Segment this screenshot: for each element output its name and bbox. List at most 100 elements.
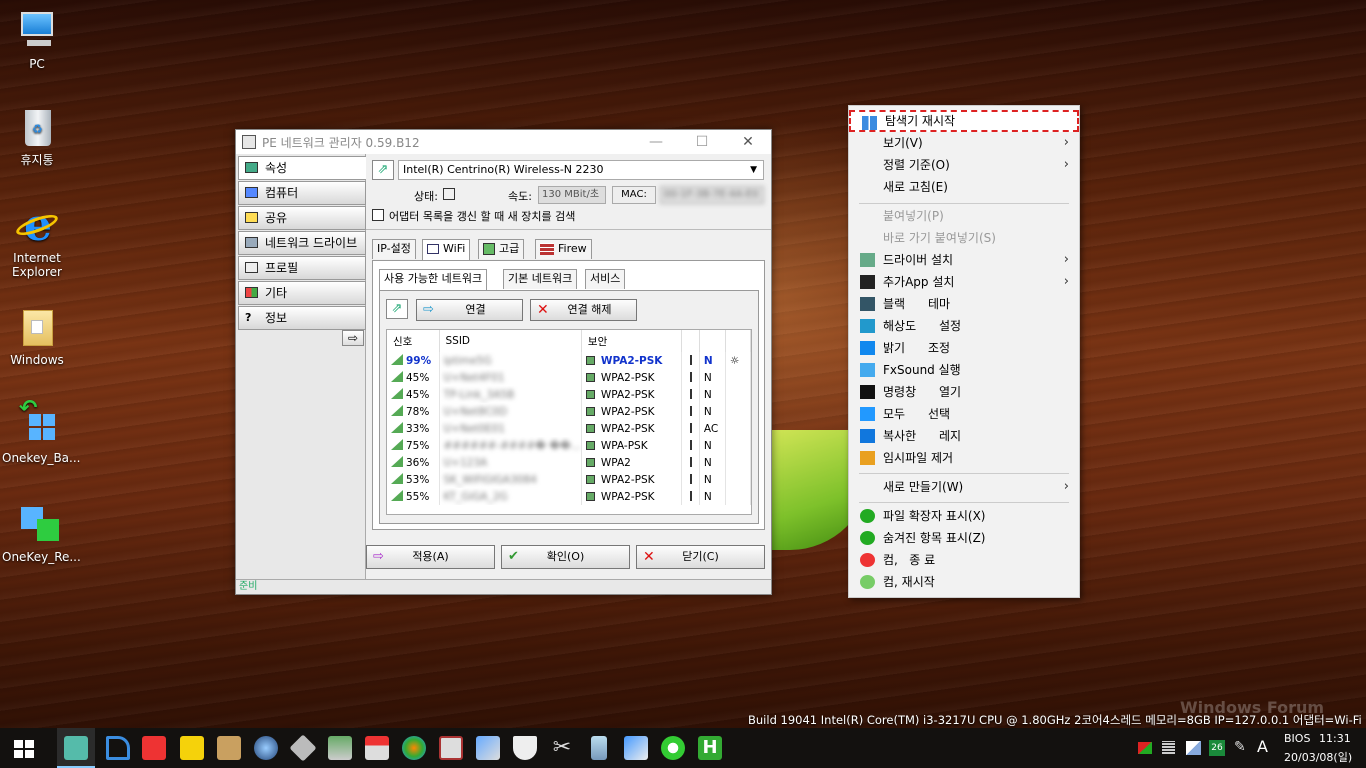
desktop-icon-windows-folder[interactable]: Windows: [2, 306, 72, 367]
menu-item-restart[interactable]: 컴, 재시작: [849, 571, 1079, 593]
menu-item-show-hidden-items[interactable]: 숨겨진 항목 표시(Z): [849, 527, 1079, 549]
ime-indicator[interactable]: A: [1257, 737, 1268, 756]
desktop-icon-onekey-restore[interactable]: OneKey_Re...: [2, 503, 81, 564]
capture-icon[interactable]: [439, 736, 463, 760]
table-row[interactable]: 55% KT_GiGA_2G WPA2-PSK N: [387, 488, 751, 505]
menu-item-install-app[interactable]: 추가App 설치 ›: [849, 271, 1079, 293]
clock-date[interactable]: 20/03/08(일): [1284, 749, 1352, 765]
refresh-adapter-icon[interactable]: ⇗: [372, 160, 394, 180]
desktop-icon-internet-explorer[interactable]: e Internet Explorer: [2, 204, 72, 280]
table-row[interactable]: 36% U+123A WPA2 N: [387, 454, 751, 471]
tab-wifi[interactable]: WiFi: [422, 239, 471, 260]
signal-cell-text: 53%: [406, 474, 430, 486]
column-security[interactable]: 보안: [581, 330, 682, 352]
refresh-networks-icon[interactable]: ⇗: [386, 299, 408, 319]
archive-icon[interactable]: [217, 736, 241, 760]
tab-advanced[interactable]: 고급: [478, 239, 525, 259]
explorer-icon[interactable]: [476, 736, 500, 760]
nav-profile[interactable]: 프로필: [238, 256, 366, 280]
menu-item-brightness[interactable]: 밝기 조정: [849, 337, 1079, 359]
menu-item-show-file-extensions[interactable]: 파일 확장자 표시(X): [849, 505, 1079, 527]
menu-item-shutdown[interactable]: 컴, 종 료: [849, 549, 1079, 571]
tray-badge[interactable]: 26: [1209, 740, 1225, 756]
minimize-button[interactable]: —: [633, 130, 679, 154]
app-icon-a[interactable]: [106, 736, 130, 760]
nav-computer[interactable]: 컴퓨터: [238, 181, 366, 205]
refresh-checkbox-label: 어댑터 목록을 갱신 할 때 새 장치를 검색: [389, 210, 576, 223]
menu-item-black-theme[interactable]: 블랙 테마: [849, 293, 1079, 315]
menu-item-select-all[interactable]: 모두 선택: [849, 403, 1079, 425]
table-row[interactable]: 75% ######-####� ��... WPA-PSK N: [387, 437, 751, 454]
adapter-select[interactable]: Intel(R) Centrino(R) Wireless-N 2230 ▼: [398, 160, 764, 180]
column-extra[interactable]: [725, 330, 751, 352]
tab-ip-settings[interactable]: IP-설정: [372, 239, 416, 259]
h-app-icon[interactable]: H: [698, 736, 722, 760]
player-icon[interactable]: [180, 736, 204, 760]
nav-properties[interactable]: 속성: [238, 156, 366, 180]
partition-icon[interactable]: [289, 734, 317, 762]
type-cell: [681, 471, 700, 488]
subtab-preferred-networks[interactable]: 기본 네트워크: [503, 269, 578, 289]
nav-share[interactable]: 공유: [238, 206, 366, 230]
pen-icon[interactable]: ✎: [1234, 739, 1246, 755]
desktop-icon-onekey-backup[interactable]: ↶ Onekey_Ba...: [2, 398, 80, 466]
tray-grid-icon[interactable]: [1162, 741, 1175, 754]
arrow-right-icon[interactable]: ⇨: [342, 330, 364, 346]
disk-icon[interactable]: [254, 736, 278, 760]
disconnect-button[interactable]: ✕ 연결 해제: [530, 299, 637, 321]
menu-item-new[interactable]: 새로 만들기(W) ›: [849, 476, 1079, 498]
menu-item-copied-registry[interactable]: 복사한 레지: [849, 425, 1079, 447]
menu-item-restart-explorer[interactable]: 탐색기 재시작: [849, 110, 1079, 132]
color-icon[interactable]: [402, 736, 426, 760]
table-row[interactable]: 53% SK_WiFiGIGA3084 WPA2-PSK N: [387, 471, 751, 488]
connect-button[interactable]: ⇨ 연결: [416, 299, 523, 321]
close-button[interactable]: ✕ 닫기(C): [636, 545, 765, 569]
start-button[interactable]: [14, 740, 34, 758]
ok-button[interactable]: ✔ 확인(O): [501, 545, 630, 569]
column-type[interactable]: [681, 330, 700, 352]
nav-network-drive[interactable]: 네트워크 드라이브: [238, 231, 366, 255]
restore-icon[interactable]: [624, 736, 648, 760]
desktop-icon-pc[interactable]: PC: [2, 10, 72, 71]
network-list[interactable]: 신호 SSID 보안 99% iptime5G WPA2-PSK N ☼ 45% U+Net…: [386, 329, 752, 515]
title-bar[interactable]: PE 네트워크 관리자 0.59.B12 — ☐ ✕: [236, 130, 771, 154]
column-signal[interactable]: 신호: [387, 330, 440, 352]
menu-item-install-driver[interactable]: 드라이버 설치 ›: [849, 249, 1079, 271]
subtab-services[interactable]: 서비스: [585, 269, 626, 289]
column-mode[interactable]: [699, 330, 726, 352]
apply-button[interactable]: ⇨ 적용(A): [366, 545, 495, 569]
table-row[interactable]: 99% iptime5G WPA2-PSK N ☼: [387, 352, 751, 369]
clock-time[interactable]: 11:31: [1319, 732, 1351, 745]
menu-item-command-prompt[interactable]: 명령창 열기: [849, 381, 1079, 403]
table-row[interactable]: 45% TP-Link_3A5B WPA2-PSK N: [387, 386, 751, 403]
menu-item-remove-temp-files[interactable]: 임시파일 제거: [849, 447, 1079, 469]
tray-network-icon[interactable]: [1186, 741, 1201, 755]
maximize-button[interactable]: ☐: [679, 130, 725, 154]
table-row[interactable]: 78% U+Net8C0D WPA2-PSK N: [387, 403, 751, 420]
anydesk-icon[interactable]: [142, 736, 166, 760]
nav-other[interactable]: 기타: [238, 281, 366, 305]
table-row[interactable]: 33% U+Net0E01 WPA2-PSK AC: [387, 420, 751, 437]
refresh-checkbox[interactable]: [372, 209, 384, 221]
table-row[interactable]: 45% U+Net4F01 WPA2-PSK N: [387, 369, 751, 386]
shield-icon[interactable]: [513, 736, 537, 760]
desktop-icon-recycle-bin[interactable]: ♻ 휴지통: [2, 106, 72, 167]
tab-firewall[interactable]: Firew: [535, 239, 592, 259]
tray-arrow-icon[interactable]: [1138, 742, 1152, 754]
tools-icon[interactable]: ✂: [550, 736, 574, 760]
signal-strength-icon: [391, 405, 403, 416]
sync-icon[interactable]: [661, 736, 685, 760]
nav-info[interactable]: ? 정보: [238, 306, 366, 330]
menu-item-resolution-settings[interactable]: 해상도 설정: [849, 315, 1079, 337]
column-ssid[interactable]: SSID: [439, 330, 582, 352]
menu-item-refresh[interactable]: 새로 고침(E): [849, 176, 1079, 198]
bottle-icon[interactable]: [591, 736, 607, 760]
close-window-button[interactable]: ✕: [725, 130, 771, 154]
security-cell-text: WPA2-PSK: [600, 354, 663, 367]
install-icon[interactable]: [328, 736, 352, 760]
subtab-available-networks[interactable]: 사용 가능한 네트워크: [379, 269, 488, 290]
menu-item-sort-by[interactable]: 정렬 기준(O) ›: [849, 154, 1079, 176]
menu-item-fxsound[interactable]: FxSound 실행: [849, 359, 1079, 381]
menu-item-view[interactable]: 보기(V) ›: [849, 132, 1079, 154]
tool-icon[interactable]: [365, 736, 389, 760]
